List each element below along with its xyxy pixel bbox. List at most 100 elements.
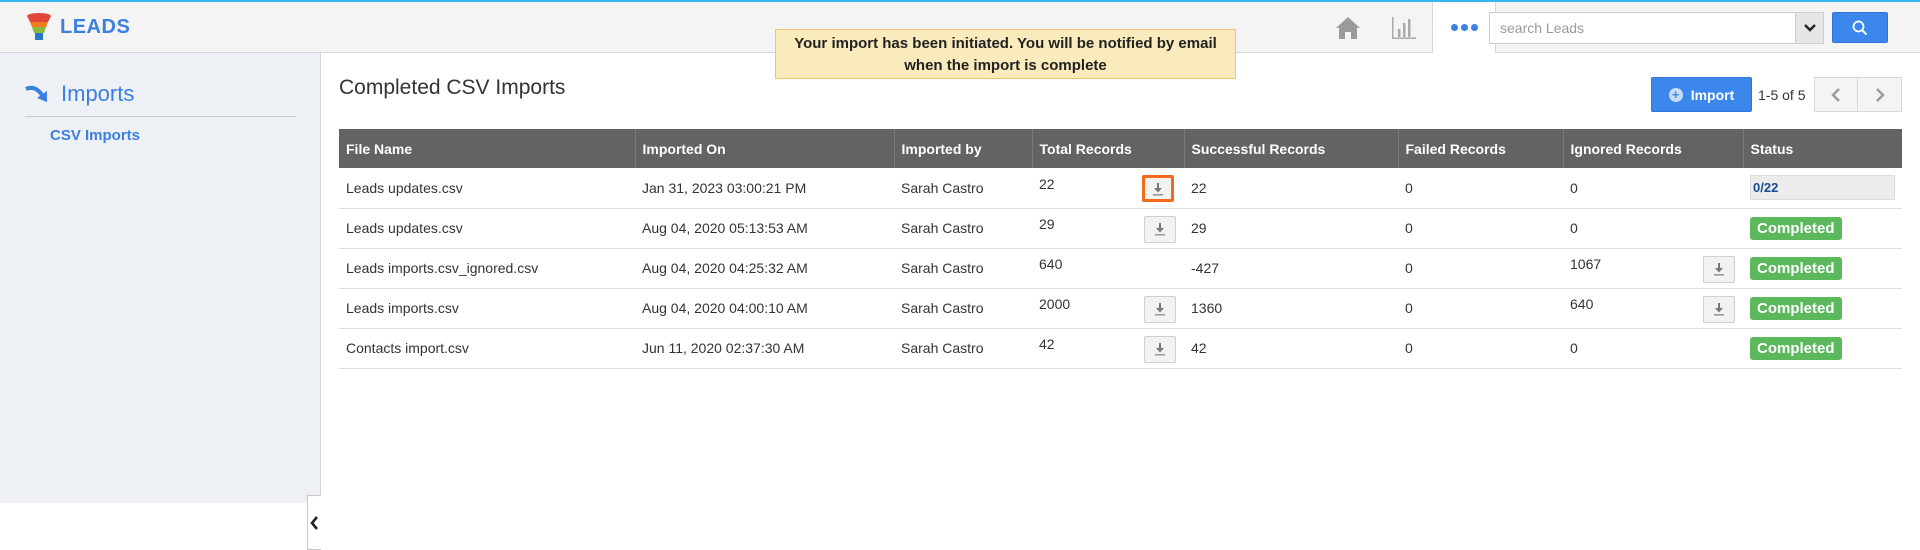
cell-imported-on: Jan 31, 2023 03:00:21 PM bbox=[635, 168, 894, 209]
cell-successful-records: 29 bbox=[1184, 208, 1398, 249]
import-arrow-icon bbox=[25, 85, 47, 102]
cell-ignored-records: 1067 bbox=[1563, 248, 1743, 289]
cell-ignored-records: 0 bbox=[1563, 168, 1743, 209]
cell-total-records: 22 bbox=[1032, 168, 1184, 209]
cell-successful-records: 22 bbox=[1184, 168, 1398, 209]
cell-status: Completed bbox=[1743, 248, 1902, 289]
cell-failed-records: 0 bbox=[1398, 248, 1563, 289]
cell-file-name: Leads updates.csv bbox=[339, 168, 635, 209]
download-total-records-button[interactable] bbox=[1142, 175, 1174, 202]
column-header-successful-records[interactable]: Successful Records bbox=[1183, 129, 1398, 168]
table-header-row: File Name Imported On Imported by Total … bbox=[339, 129, 1902, 168]
more-dots-icon bbox=[1450, 24, 1478, 31]
column-header-imported-on[interactable]: Imported On bbox=[634, 129, 894, 168]
column-header-imported-by[interactable]: Imported by bbox=[893, 129, 1032, 168]
total-records-value: 640 bbox=[1039, 256, 1063, 272]
sidebar-title: Imports bbox=[61, 81, 135, 106]
table-row: Leads updates.csv Aug 04, 2020 05:13:53 A… bbox=[339, 208, 1902, 249]
cell-failed-records: 0 bbox=[1398, 208, 1563, 249]
cell-status: Completed bbox=[1743, 288, 1902, 329]
cell-total-records: 42 bbox=[1032, 328, 1184, 369]
download-icon bbox=[1155, 343, 1165, 356]
search-filter-dropdown[interactable] bbox=[1795, 13, 1823, 43]
download-total-records-button[interactable] bbox=[1144, 295, 1176, 323]
bar-chart-icon bbox=[1392, 16, 1416, 39]
top-nav bbox=[1320, 2, 1496, 53]
ignored-records-value: 1067 bbox=[1570, 256, 1602, 272]
next-page-button[interactable] bbox=[1858, 77, 1902, 112]
import-button[interactable]: + Import bbox=[1651, 77, 1752, 112]
column-header-status[interactable]: Status bbox=[1742, 129, 1902, 168]
total-records-value: 42 bbox=[1039, 336, 1055, 352]
sidebar-collapse-button[interactable] bbox=[307, 495, 321, 550]
cell-imported-on: Jun 11, 2020 02:37:30 AM bbox=[635, 328, 894, 369]
status-badge: Completed bbox=[1750, 256, 1842, 280]
import-progress-bar: 0/22 bbox=[1750, 175, 1895, 201]
chevron-left-icon bbox=[310, 515, 318, 530]
chevron-right-icon bbox=[1875, 87, 1885, 102]
download-icon bbox=[1714, 303, 1724, 316]
funnel-icon bbox=[27, 13, 51, 40]
status-badge: Completed bbox=[1750, 216, 1842, 240]
plus-circle-icon: + bbox=[1668, 87, 1683, 102]
search-icon bbox=[1852, 20, 1868, 35]
pagination-info: 1-5 of 5 bbox=[1758, 87, 1806, 103]
more-button[interactable] bbox=[1432, 2, 1496, 53]
download-icon bbox=[1714, 263, 1724, 276]
column-header-file-name[interactable]: File Name bbox=[339, 129, 635, 168]
home-icon bbox=[1336, 16, 1360, 39]
cell-status: 0/22 bbox=[1743, 168, 1902, 209]
cell-file-name: Leads imports.csv_ignored.csv bbox=[339, 248, 635, 289]
pagination-controls bbox=[1814, 77, 1902, 112]
cell-status: Completed bbox=[1743, 328, 1902, 369]
search-input[interactable] bbox=[1490, 13, 1795, 43]
cell-failed-records: 0 bbox=[1398, 328, 1563, 369]
column-header-ignored-records[interactable]: Ignored Records bbox=[1562, 129, 1743, 168]
previous-page-button[interactable] bbox=[1814, 77, 1858, 112]
cell-total-records: 29 bbox=[1032, 208, 1184, 249]
search-button[interactable] bbox=[1832, 12, 1888, 43]
ignored-records-value: 0 bbox=[1570, 220, 1578, 236]
app-logo[interactable]: LEADS bbox=[26, 12, 130, 42]
table-row: Leads updates.csv Jan 31, 2023 03:00:21 P… bbox=[339, 168, 1902, 209]
reports-button[interactable] bbox=[1376, 2, 1432, 53]
table-row: Leads imports.csv_ignored.csv Aug 04, 202… bbox=[339, 248, 1902, 289]
download-ignored-records-button[interactable] bbox=[1703, 255, 1735, 283]
sidebar-header: Imports bbox=[25, 79, 296, 117]
imports-table: File Name Imported On Imported by Total … bbox=[339, 129, 1902, 369]
table-row: Leads imports.csv Aug 04, 2020 04:00:10 A… bbox=[339, 288, 1902, 329]
download-ignored-records-button[interactable] bbox=[1703, 295, 1735, 323]
download-icon bbox=[1155, 223, 1165, 236]
total-records-value: 29 bbox=[1039, 216, 1055, 232]
download-icon bbox=[1153, 182, 1163, 196]
cell-ignored-records: 0 bbox=[1563, 208, 1743, 249]
cell-successful-records: 42 bbox=[1184, 328, 1398, 369]
cell-imported-on: Aug 04, 2020 04:00:10 AM bbox=[635, 288, 894, 329]
sidebar-item-csv-imports[interactable]: CSV Imports bbox=[50, 127, 140, 144]
total-records-value: 22 bbox=[1039, 175, 1055, 192]
cell-total-records: 2000 bbox=[1032, 288, 1184, 329]
download-total-records-button[interactable] bbox=[1144, 215, 1176, 243]
ignored-records-value: 0 bbox=[1570, 179, 1578, 196]
import-initiated-toast: Your import has been initiated. You will… bbox=[775, 29, 1236, 79]
home-button[interactable] bbox=[1320, 2, 1376, 53]
cell-status: Completed bbox=[1743, 208, 1902, 249]
column-header-failed-records[interactable]: Failed Records bbox=[1397, 129, 1563, 168]
search-box bbox=[1489, 12, 1824, 44]
app-name: LEADS bbox=[60, 15, 131, 38]
cell-ignored-records: 0 bbox=[1563, 328, 1743, 369]
cell-successful-records: 1360 bbox=[1184, 288, 1398, 329]
download-total-records-button[interactable] bbox=[1144, 335, 1176, 363]
table-body: Leads updates.csv Jan 31, 2023 03:00:21 P… bbox=[339, 168, 1902, 369]
column-header-total-records[interactable]: Total Records bbox=[1031, 129, 1184, 168]
cell-successful-records: -427 bbox=[1184, 248, 1398, 289]
cell-imported-by: Sarah Castro bbox=[894, 168, 1032, 209]
page-title: Completed CSV Imports bbox=[339, 76, 566, 99]
table-row: Contacts import.csv Jun 11, 2020 02:37:30… bbox=[339, 328, 1902, 369]
cell-failed-records: 0 bbox=[1398, 168, 1563, 209]
cell-imported-by: Sarah Castro bbox=[894, 328, 1032, 369]
import-button-label: Import bbox=[1690, 86, 1735, 103]
download-icon bbox=[1155, 303, 1165, 316]
cell-file-name: Leads imports.csv bbox=[339, 288, 635, 329]
cell-imported-by: Sarah Castro bbox=[894, 288, 1032, 329]
